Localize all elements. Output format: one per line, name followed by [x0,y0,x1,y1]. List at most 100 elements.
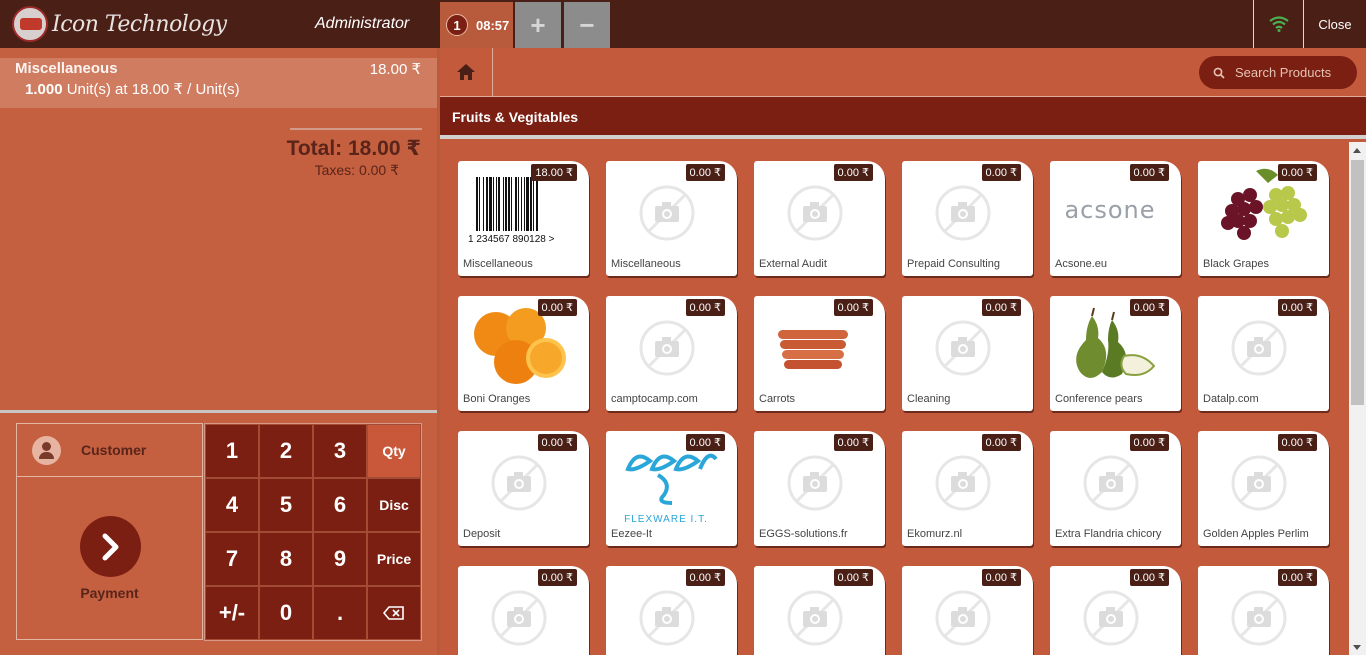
product-price-tag: 0.00 ₹ [685,569,725,586]
add-order-button[interactable]: + [515,2,561,48]
product-card[interactable]: 0.00 ₹ Prepaid Consulting [902,161,1033,276]
product-card[interactable]: 0.00 ₹ [902,566,1033,655]
close-button[interactable]: Close [1303,0,1366,48]
top-bar: Icon Technology Administrator 1 08:57 + … [0,0,1366,48]
product-card[interactable]: 0.00 ₹ External Audit [754,161,885,276]
product-card[interactable]: 0.00 ₹ EGGS-solutions.fr [754,431,885,546]
wifi-icon[interactable] [1253,0,1303,48]
product-name: Cleaning [907,393,951,405]
numpad-key-1[interactable]: 1 [205,424,259,478]
product-card[interactable]: 0.00 ₹ [1050,566,1181,655]
product-card[interactable]: 0.00 ₹ Black Grapes [1198,161,1329,276]
product-card[interactable]: FLEXWARE I.T. 0.00 ₹ Eezee-It [606,431,737,546]
product-price-tag: 0.00 ₹ [1277,164,1317,181]
product-price-tag: 0.00 ₹ [833,569,873,586]
product-card[interactable]: 0.00 ₹ Golden Apples Perlim [1198,431,1329,546]
product-price-tag: 0.00 ₹ [1129,434,1169,451]
scroll-thumb[interactable] [1351,160,1364,405]
numpad-key-9[interactable]: 9 [313,532,367,586]
order-tab[interactable]: 1 08:57 [440,2,513,48]
payment-label: Payment [80,585,139,601]
product-name: Carrots [759,393,796,405]
product-screen: Search Products Fruits & Vegitables 1 23… [440,48,1366,655]
product-card[interactable]: 0.00 ₹ Boni Oranges [458,296,589,411]
numpad-key-sign[interactable]: +/- [205,586,259,640]
numpad-mode-qty[interactable]: Qty [367,424,421,478]
product-card[interactable]: 0.00 ₹ Deposit [458,431,589,546]
product-price-tag: 0.00 ₹ [537,434,577,451]
scroll-up-arrow-icon[interactable] [1353,148,1361,153]
product-price-tag: 0.00 ₹ [833,434,873,451]
payment-button[interactable]: Payment [16,477,203,640]
customer-button[interactable]: Customer [16,423,203,477]
product-price-tag: 0.00 ₹ [1129,164,1169,181]
product-card[interactable]: 0.00 ₹ Miscellaneous [606,161,737,276]
category-title[interactable]: Fruits & Vegitables [452,109,578,125]
numpad-mode-disc[interactable]: Disc [367,478,421,532]
scroll-down-arrow-icon[interactable] [1353,645,1361,650]
product-card[interactable]: 0.00 ₹ [754,566,885,655]
product-name: Acsone.eu [1055,258,1107,270]
numpad-key-0[interactable]: 0 [259,586,313,640]
order-total: Total: 18.00 ₹ [286,137,421,160]
numpad-key-7[interactable]: 7 [205,532,259,586]
numpad-key-dot[interactable]: . [313,586,367,640]
order-line-selected[interactable]: Miscellaneous 18.00 ₹ 1.000 Unit(s) at 1… [0,58,437,108]
product-price-tag: 0.00 ₹ [981,434,1021,451]
home-button[interactable] [440,48,493,96]
search-placeholder: Search Products [1235,65,1332,80]
product-name: Miscellaneous [611,258,681,270]
product-price-tag: 0.00 ₹ [1277,299,1317,316]
product-price-tag: 0.00 ₹ [685,299,725,316]
order-line-price: 18.00 ₹ [369,61,421,78]
chevron-right-icon [80,516,141,577]
home-icon [457,64,475,80]
order-panel: Miscellaneous 18.00 ₹ 1.000 Unit(s) at 1… [0,48,437,655]
numpad-key-6[interactable]: 6 [313,478,367,532]
product-name: Prepaid Consulting [907,258,1000,270]
product-price-tag: 0.00 ₹ [1277,569,1317,586]
product-name: camptocamp.com [611,393,698,405]
product-price-tag: 0.00 ₹ [833,164,873,181]
product-card[interactable]: 0.00 ₹ Ekomurz.nl [902,431,1033,546]
product-card[interactable]: 0.00 ₹ Cleaning [902,296,1033,411]
product-price-tag: 0.00 ₹ [981,299,1021,316]
remove-order-button[interactable]: − [564,2,610,48]
user-avatar-icon [32,435,61,465]
order-line-product: Miscellaneous [15,60,118,77]
svg-text:1 234567 890128 >: 1 234567 890128 > [468,234,555,245]
action-pad: Customer Payment 1 2 3 Qty 4 5 6 Disc 7 … [0,410,437,655]
numpad-key-3[interactable]: 3 [313,424,367,478]
product-card[interactable]: 0.00 ₹ [458,566,589,655]
product-name: Golden Apples Perlim [1203,528,1309,540]
brand-logo: Icon Technology [12,6,227,42]
product-card[interactable]: 0.00 ₹ camptocamp.com [606,296,737,411]
product-price-tag: 0.00 ₹ [685,434,725,451]
numpad-key-2[interactable]: 2 [259,424,313,478]
numpad-key-4[interactable]: 4 [205,478,259,532]
product-card[interactable]: 0.00 ₹ [606,566,737,655]
product-card[interactable]: 0.00 ₹ Extra Flandria chicory [1050,431,1181,546]
product-card[interactable]: 0.00 ₹ Datalp.com [1198,296,1329,411]
product-price-tag: 0.00 ₹ [537,569,577,586]
product-card[interactable]: 0.00 ₹ Conference pears [1050,296,1181,411]
numpad-key-5[interactable]: 5 [259,478,313,532]
product-card[interactable]: acsone 0.00 ₹ Acsone.eu [1050,161,1181,276]
svg-text:acsone: acsone [1064,196,1155,224]
scrollbar[interactable] [1349,142,1366,655]
product-card[interactable]: 0.00 ₹ Carrots [754,296,885,411]
order-taxes: Taxes: 0.00 ₹ [314,162,399,178]
backspace-icon[interactable] [367,586,421,640]
order-line-qty: 1.000 [25,81,63,98]
logo-badge-icon [12,6,48,42]
numpad-key-8[interactable]: 8 [259,532,313,586]
search-products-input[interactable]: Search Products [1199,56,1357,89]
product-card[interactable]: 0.00 ₹ [1198,566,1329,655]
product-price-tag: 0.00 ₹ [685,164,725,181]
user-name[interactable]: Administrator [315,15,409,33]
brand-name: Icon Technology [52,11,227,37]
product-price-tag: 0.00 ₹ [1129,299,1169,316]
product-name: EGGS-solutions.fr [759,528,848,540]
product-card[interactable]: 1 234567 890128 > 18.00 ₹ Miscellaneous [458,161,589,276]
numpad-mode-price[interactable]: Price [367,532,421,586]
